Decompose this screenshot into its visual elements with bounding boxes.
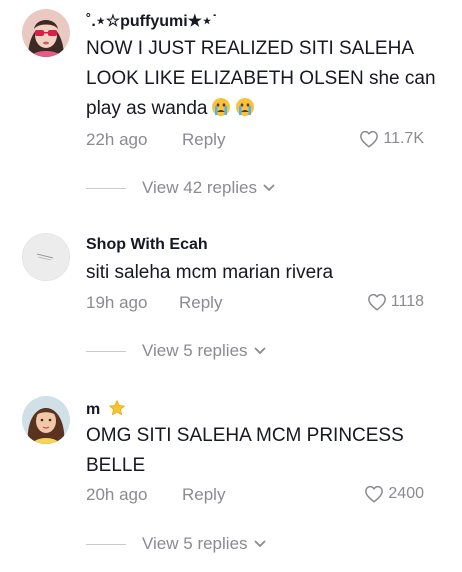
heart-icon bbox=[360, 130, 379, 148]
chevron-down-icon bbox=[254, 540, 265, 547]
reply-button[interactable]: Reply bbox=[179, 293, 222, 313]
like-button[interactable]: 1118 bbox=[367, 293, 424, 311]
comment-timestamp: 19h ago bbox=[86, 293, 148, 312]
username[interactable]: ˚.⋆☆puffyumi★⋆˙ bbox=[86, 11, 217, 31]
heart-icon bbox=[367, 293, 386, 311]
view-replies-label: View 5 replies bbox=[142, 534, 248, 553]
comment-text: NOW I JUST REALIZED SITI SALEHA LOOK LIK… bbox=[86, 34, 436, 124]
like-count: 2400 bbox=[388, 485, 424, 502]
username-label: m bbox=[86, 401, 101, 418]
comment-text-body: NOW I JUST REALIZED SITI SALEHA LOOK LIK… bbox=[86, 38, 436, 119]
like-count: 11.7K bbox=[383, 130, 424, 147]
heart-icon bbox=[365, 485, 384, 503]
comment-timestamp: 20h ago bbox=[86, 485, 148, 504]
username[interactable]: Shop With Ecah bbox=[86, 236, 208, 254]
username[interactable]: m bbox=[86, 399, 126, 419]
divider bbox=[86, 187, 126, 189]
like-button[interactable]: 11.7K bbox=[359, 130, 424, 148]
comment-timestamp: 22h ago bbox=[86, 130, 148, 149]
avatar[interactable] bbox=[22, 9, 70, 57]
view-replies-button[interactable]: View 5 replies bbox=[86, 341, 266, 361]
view-replies-button[interactable]: View 5 replies bbox=[86, 534, 266, 554]
like-count: 1118 bbox=[390, 293, 424, 310]
comment-text: siti saleha mcm marian rivera bbox=[86, 262, 334, 283]
avatar[interactable] bbox=[22, 233, 70, 281]
chevron-down-icon bbox=[254, 347, 265, 354]
view-replies-label: View 5 replies bbox=[142, 341, 248, 360]
chevron-down-icon bbox=[263, 184, 275, 191]
like-button[interactable]: 2400 bbox=[364, 485, 424, 503]
avatar[interactable] bbox=[22, 396, 70, 444]
reply-button[interactable]: Reply bbox=[182, 485, 225, 505]
reply-button[interactable]: Reply bbox=[182, 130, 225, 150]
divider bbox=[86, 350, 126, 352]
crying-face-emoji-icon bbox=[212, 98, 231, 116]
divider bbox=[86, 543, 126, 545]
star-emoji-icon bbox=[108, 400, 125, 416]
crying-face-emoji-icon bbox=[236, 98, 255, 116]
view-replies-label: View 42 replies bbox=[142, 178, 257, 197]
comment-text: OMG SITI SALEHA MCM PRINCESS BELLE bbox=[86, 425, 404, 476]
view-replies-button[interactable]: View 42 replies bbox=[86, 178, 275, 198]
